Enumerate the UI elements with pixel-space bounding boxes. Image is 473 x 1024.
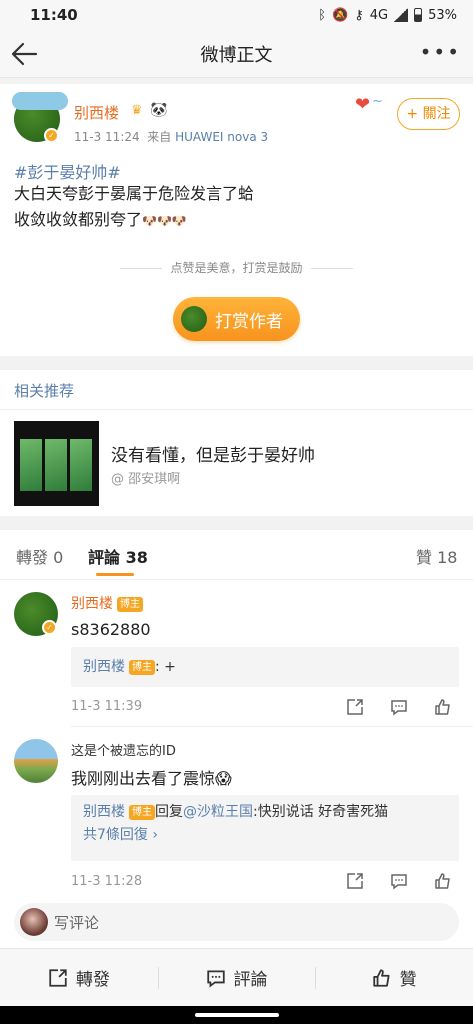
write-comment-input[interactable]: 写评论 xyxy=(14,903,459,941)
divider xyxy=(71,726,473,727)
like-button[interactable]: 贊 xyxy=(315,949,473,1006)
comment-actions xyxy=(346,698,452,716)
reply-text: : + xyxy=(155,659,176,675)
post-body-line1: 大白天夸彭于晏属于危险发言了蛤 xyxy=(14,184,255,203)
reply-user[interactable]: 别西楼 xyxy=(83,659,125,675)
tab-comments[interactable]: 評論 38 xyxy=(88,544,148,568)
like-icon[interactable] xyxy=(434,872,452,890)
share-icon xyxy=(49,968,67,987)
home-indicator[interactable] xyxy=(0,1006,473,1024)
window-pane xyxy=(45,439,67,491)
back-arrow-icon[interactable] xyxy=(10,40,40,68)
reward-caption-text: 点赞是美意，打赏是鼓励 xyxy=(170,261,303,275)
my-avatar xyxy=(20,908,48,936)
page-title: 微博正文 xyxy=(200,44,273,66)
comment-text: 我刚刚出去看了震惊😱 xyxy=(71,769,232,788)
follow-button[interactable]: + 關注 xyxy=(397,98,460,130)
window-pane xyxy=(20,439,42,491)
comment-icon[interactable] xyxy=(390,698,408,716)
battery-icon xyxy=(414,8,423,22)
reply-preview[interactable]: 别西楼 博主: + xyxy=(71,647,459,687)
reply-user[interactable]: 别西楼 xyxy=(83,804,125,820)
author-badge: 博主 xyxy=(129,659,155,675)
comment-time: 11-3 11:39 xyxy=(71,699,143,714)
commenter-name-text: 别西楼 xyxy=(71,596,113,612)
reply-mention[interactable]: @沙粒王国 xyxy=(183,804,253,820)
comment-actions xyxy=(346,872,452,890)
like-icon[interactable] xyxy=(434,698,452,716)
reward-button-label: 打赏作者 xyxy=(215,311,283,332)
more-options-icon[interactable]: ••• xyxy=(420,42,461,62)
post-body: 大白天夸彭于晏属于危险发言了蛤 收敛收敛都别夸了🐶🐶🐶 xyxy=(14,181,254,234)
key-icon: ⚷ xyxy=(354,7,364,23)
author-badge: 博主 xyxy=(117,596,143,612)
comment-icon xyxy=(206,969,225,988)
verified-badge-icon: ✓ xyxy=(44,128,59,143)
author-badge: 博主 xyxy=(129,804,155,820)
reward-author-button[interactable]: 打赏作者 xyxy=(173,297,300,341)
window-pane xyxy=(70,439,92,491)
reply-line: 别西楼 博主 回复@沙粒王国:快别说话 好奇害死猫 xyxy=(83,801,447,824)
network-label: 4G xyxy=(369,7,389,23)
status-icons: ᛒ 🔕 ⚷ 4G 53% xyxy=(318,8,457,23)
reply-action: 回复 xyxy=(155,804,183,820)
commenter-name[interactable]: 这是个被遗忘的ID xyxy=(71,740,176,759)
share-icon[interactable] xyxy=(346,698,364,716)
repost-label: 轉發 xyxy=(75,970,110,990)
avatar-decoration-icon xyxy=(12,92,68,110)
comment-icon[interactable] xyxy=(390,872,408,890)
reply-preview[interactable]: 别西楼 博主 回复@沙粒王国:快别说话 好奇害死猫 共7條回復 › xyxy=(71,795,459,861)
divider xyxy=(0,409,473,410)
commenter-name[interactable]: 别西楼 博主 xyxy=(71,593,143,613)
like-label: 贊 xyxy=(399,970,417,990)
dog-emoji-icon: 🐶🐶🐶 xyxy=(142,214,187,228)
tab-repost[interactable]: 轉發 0 xyxy=(16,544,63,568)
more-replies-link[interactable]: 共7條回復 › xyxy=(83,824,447,847)
battery-percent: 53% xyxy=(428,7,457,23)
panda-icon: 🐼 xyxy=(150,102,168,118)
crown-icon: ♛ xyxy=(131,103,143,118)
post-card: ✓ 别西楼 ♛ 🐼 11-3 11:24 来自 HUAWEI nova 3 ❤ … xyxy=(0,84,473,356)
post-meta: 11-3 11:24 来自 HUAWEI nova 3 xyxy=(74,128,268,145)
comment-time: 11-3 11:28 xyxy=(71,874,143,889)
tab-likes[interactable]: 贊 18 xyxy=(416,544,457,568)
comment-label: 評論 xyxy=(233,970,268,990)
related-section: 相关推荐 没有看懂，但是彭于晏好帅 @ 邵安琪啊 xyxy=(0,370,473,516)
post-time: 11-3 11:24 xyxy=(74,130,140,144)
screen: 11:40 ᛒ 🔕 ⚷ 4G 53% 微博正文 ••• ✓ 别西楼 ♛ 🐼 11… xyxy=(0,0,473,1024)
status-time: 11:40 xyxy=(30,6,78,24)
related-title: 相关推荐 xyxy=(14,382,75,400)
post-tabs: 轉發 0 評論 38 贊 18 xyxy=(0,530,473,580)
like-icon xyxy=(373,968,390,987)
comment-list: ✓ 别西楼 博主 s8362880 别西楼 博主: + 11-3 11:39 这是个… xyxy=(0,580,473,900)
comment-text: s8362880 xyxy=(71,620,151,639)
repost-button[interactable]: 轉發 xyxy=(0,949,158,1006)
share-icon[interactable] xyxy=(346,872,364,890)
reply-text: :快别说话 好奇害死猫 xyxy=(253,804,389,820)
status-bar: 11:40 ᛒ 🔕 ⚷ 4G 53% xyxy=(0,0,473,30)
bottom-toolbar: 轉發 評論 贊 xyxy=(0,948,473,1006)
signal-icon xyxy=(394,8,409,22)
related-thumbnail[interactable] xyxy=(14,421,99,506)
post-source-prefix: 来自 xyxy=(147,130,172,144)
post-author-name[interactable]: 别西楼 xyxy=(74,102,119,123)
verified-badge-icon: ✓ xyxy=(42,620,57,635)
post-device[interactable]: HUAWEI nova 3 xyxy=(175,130,268,144)
comment-button[interactable]: 評論 xyxy=(157,949,316,1006)
reward-caption: 点赞是美意，打赏是鼓励 xyxy=(0,259,473,276)
reward-avatar xyxy=(181,306,207,332)
related-item-author[interactable]: @ 邵安琪啊 xyxy=(111,468,180,487)
active-tab-indicator xyxy=(96,573,134,576)
related-item-title[interactable]: 没有看懂，但是彭于晏好帅 xyxy=(111,441,315,466)
mute-icon: 🔕 xyxy=(332,7,349,23)
post-hashtag[interactable]: #彭于晏好帅# xyxy=(14,159,121,183)
card-decoration-icon: ~ xyxy=(372,94,383,109)
heart-decoration-icon: ❤ xyxy=(355,94,371,115)
post-body-line2: 收敛收敛都别夸了 xyxy=(14,210,143,229)
nav-bar: 微博正文 ••• xyxy=(0,30,473,78)
write-comment-bar: 写评论 xyxy=(0,900,473,948)
write-comment-placeholder: 写评论 xyxy=(54,913,100,932)
bluetooth-icon: ᛒ xyxy=(318,7,327,23)
commenter-avatar[interactable] xyxy=(14,739,58,783)
